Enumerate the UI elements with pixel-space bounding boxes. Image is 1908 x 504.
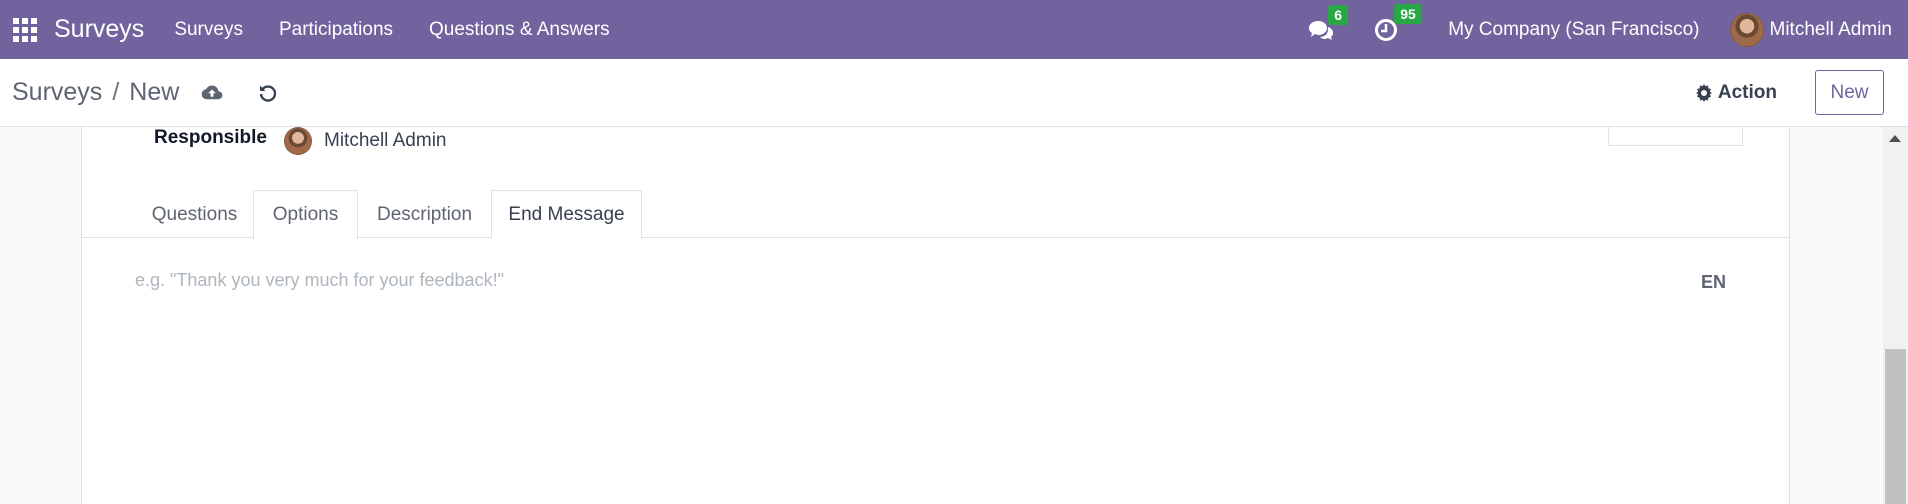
apps-grid-icon[interactable] [13, 17, 37, 42]
tab-options[interactable]: Options [253, 190, 358, 239]
discard-button[interactable] [258, 83, 278, 103]
cloud-upload-icon [201, 85, 223, 99]
menu-participations[interactable]: Participations [279, 19, 393, 41]
menu-surveys[interactable]: Surveys [174, 19, 243, 41]
gear-icon [1695, 83, 1712, 102]
field-box[interactable] [1608, 127, 1743, 146]
end-message-editor[interactable]: e.g. "Thank you very much for your feedb… [135, 270, 504, 291]
action-label: Action [1717, 81, 1777, 103]
app-brand[interactable]: Surveys [54, 15, 144, 44]
breadcrumb-parent[interactable]: Surveys [12, 78, 102, 106]
tab-end-message[interactable]: End Message [491, 190, 642, 239]
breadcrumb-current: New [129, 78, 180, 106]
undo-icon [260, 84, 277, 102]
control-panel: Surveys / New Action New [0, 59, 1908, 127]
notebook-tabs: Questions Options Description End Messag… [82, 190, 1789, 239]
activities-button[interactable]: 95 [1374, 3, 1422, 42]
form-sheet: Responsible Mitchell Admin Questions Opt… [81, 127, 1790, 504]
responsible-avatar [284, 127, 312, 155]
messages-count-badge: 6 [1328, 4, 1348, 25]
scroll-up-arrow-icon[interactable] [1889, 135, 1901, 142]
messages-button[interactable]: 6 [1308, 4, 1348, 41]
user-menu[interactable]: Mitchell Admin [1770, 19, 1893, 41]
menu-questions-answers[interactable]: Questions & Answers [429, 19, 610, 41]
action-menu-button[interactable]: Action [1695, 82, 1777, 104]
scrollbar-thumb[interactable] [1885, 349, 1906, 504]
responsible-field[interactable]: Mitchell Admin [324, 130, 447, 152]
form-content-area: Responsible Mitchell Admin Questions Opt… [0, 127, 1908, 504]
company-switcher[interactable]: My Company (San Francisco) [1448, 19, 1699, 41]
user-avatar[interactable] [1729, 12, 1764, 47]
breadcrumb-separator: / [112, 78, 120, 106]
tab-questions[interactable]: Questions [132, 190, 257, 239]
save-button[interactable] [201, 84, 223, 102]
tab-description[interactable]: Description [358, 190, 491, 239]
breadcrumb: Surveys / New [12, 78, 179, 107]
top-navbar: Surveys Surveys Participations Questions… [0, 0, 1908, 59]
new-button[interactable]: New [1815, 70, 1884, 115]
translation-button[interactable]: EN [1701, 272, 1726, 293]
activities-count-badge: 95 [1394, 3, 1422, 24]
responsible-label: Responsible [154, 127, 267, 148]
vertical-scrollbar[interactable] [1883, 127, 1908, 504]
